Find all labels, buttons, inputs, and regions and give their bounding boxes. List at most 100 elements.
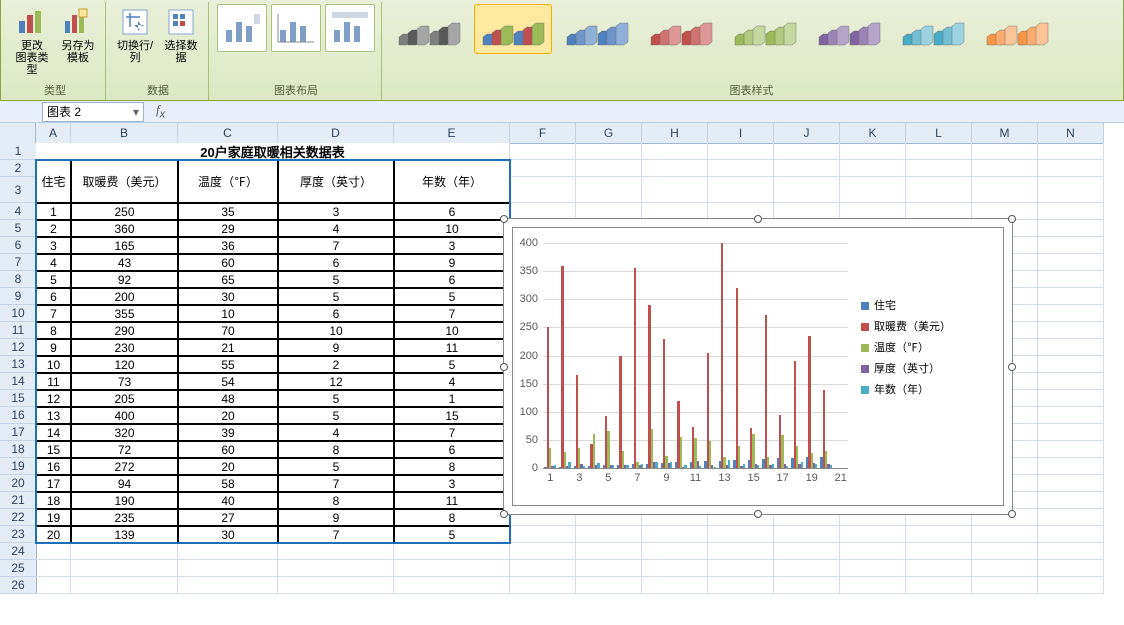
switch-row-col-button[interactable]: 切换行/列 [114, 4, 156, 66]
cell[interactable] [576, 543, 642, 560]
row-header-10[interactable]: 10 [0, 305, 36, 322]
cell[interactable] [840, 543, 906, 560]
row-header-1[interactable]: 1 [0, 143, 36, 160]
table-cell[interactable]: 19 [36, 509, 71, 526]
col-header-E[interactable]: E [394, 123, 510, 143]
cell[interactable] [510, 526, 576, 543]
table-header[interactable]: 厚度（英寸） [278, 160, 394, 203]
chart-handle-s[interactable] [754, 510, 762, 518]
cell[interactable] [1038, 203, 1104, 220]
table-cell[interactable]: 40 [178, 492, 278, 509]
cell[interactable] [840, 143, 906, 160]
cell[interactable] [1038, 220, 1104, 237]
chart-bar[interactable] [612, 465, 614, 468]
chart-bar[interactable] [786, 466, 788, 468]
layout-option-2[interactable] [271, 4, 321, 52]
table-cell[interactable]: 190 [71, 492, 178, 509]
table-cell[interactable]: 43 [71, 254, 178, 271]
chart-bar[interactable] [709, 441, 711, 468]
row-header-9[interactable]: 9 [0, 288, 36, 305]
table-cell[interactable]: 1 [36, 203, 71, 220]
table-cell[interactable]: 230 [71, 339, 178, 356]
table-cell[interactable]: 7 [278, 237, 394, 254]
cell[interactable] [1038, 492, 1104, 509]
table-cell[interactable]: 6 [278, 254, 394, 271]
table-cell[interactable]: 2 [278, 356, 394, 373]
table-cell[interactable]: 200 [71, 288, 178, 305]
cell[interactable] [840, 560, 906, 577]
chart-handle-ne[interactable] [1008, 215, 1016, 223]
chart-style-2[interactable] [474, 4, 552, 54]
table-header[interactable]: 年数（年） [394, 160, 510, 203]
chart-bar[interactable] [641, 464, 643, 468]
table-cell[interactable]: 165 [71, 237, 178, 254]
table-cell[interactable]: 18 [36, 492, 71, 509]
cell[interactable] [774, 177, 840, 203]
table-cell[interactable]: 10 [394, 322, 510, 339]
chart-style-3[interactable] [558, 4, 636, 54]
table-cell[interactable]: 58 [178, 475, 278, 492]
table-cell[interactable]: 5 [394, 288, 510, 305]
col-header-M[interactable]: M [972, 123, 1038, 143]
table-cell[interactable]: 5 [394, 526, 510, 543]
table-cell[interactable]: 16 [36, 458, 71, 475]
cell[interactable] [178, 577, 278, 594]
fx-icon[interactable]: fx [148, 102, 173, 121]
cell[interactable] [394, 577, 510, 594]
cell[interactable] [576, 143, 642, 160]
cell[interactable] [642, 160, 708, 177]
col-header-C[interactable]: C [178, 123, 278, 143]
cell[interactable] [1038, 237, 1104, 254]
table-cell[interactable]: 320 [71, 424, 178, 441]
cell[interactable] [1038, 526, 1104, 543]
chart-bar[interactable] [808, 336, 810, 468]
table-cell[interactable]: 5 [278, 458, 394, 475]
cell[interactable] [774, 526, 840, 543]
row-header-14[interactable]: 14 [0, 373, 36, 390]
cell[interactable] [972, 526, 1038, 543]
table-cell[interactable]: 20 [178, 407, 278, 424]
chart-bar[interactable] [568, 462, 570, 468]
cell[interactable] [906, 577, 972, 594]
cell[interactable] [708, 160, 774, 177]
table-cell[interactable]: 10 [394, 220, 510, 237]
table-cell[interactable]: 9 [278, 339, 394, 356]
chart-bar[interactable] [757, 465, 759, 468]
row-header-6[interactable]: 6 [0, 237, 36, 254]
row-header-8[interactable]: 8 [0, 271, 36, 288]
cell[interactable] [642, 143, 708, 160]
table-cell[interactable]: 73 [71, 373, 178, 390]
cell[interactable] [906, 560, 972, 577]
row-header-18[interactable]: 18 [0, 441, 36, 458]
row-header-17[interactable]: 17 [0, 424, 36, 441]
col-header-F[interactable]: F [510, 123, 576, 143]
table-cell[interactable]: 4 [394, 373, 510, 390]
cell[interactable] [972, 160, 1038, 177]
chart-bar[interactable] [728, 460, 730, 468]
cell[interactable] [972, 143, 1038, 160]
row-header-22[interactable]: 22 [0, 509, 36, 526]
cell[interactable] [906, 177, 972, 203]
table-cell[interactable]: 94 [71, 475, 178, 492]
cell[interactable] [36, 577, 71, 594]
row-header-12[interactable]: 12 [0, 339, 36, 356]
cell[interactable] [510, 177, 576, 203]
table-cell[interactable]: 15 [394, 407, 510, 424]
cell[interactable] [1038, 143, 1104, 160]
cell[interactable] [510, 577, 576, 594]
table-cell[interactable]: 8 [394, 509, 510, 526]
cell[interactable] [972, 177, 1038, 203]
row-header-2[interactable]: 2 [0, 160, 36, 177]
legend-item[interactable]: 温度（℉） [861, 338, 951, 359]
worksheet[interactable]: ABCDEFGHIJKLMN 1234567891011121314151617… [0, 123, 1124, 623]
chart-bar[interactable] [607, 431, 609, 468]
table-cell[interactable]: 139 [71, 526, 178, 543]
table-cell[interactable]: 1 [394, 390, 510, 407]
cell[interactable] [642, 526, 708, 543]
table-cell[interactable]: 3 [278, 203, 394, 220]
table-cell[interactable]: 272 [71, 458, 178, 475]
chart-bar[interactable] [655, 462, 657, 468]
table-cell[interactable]: 7 [394, 305, 510, 322]
legend-item[interactable]: 年数（年） [861, 380, 951, 401]
table-cell[interactable]: 3 [394, 475, 510, 492]
